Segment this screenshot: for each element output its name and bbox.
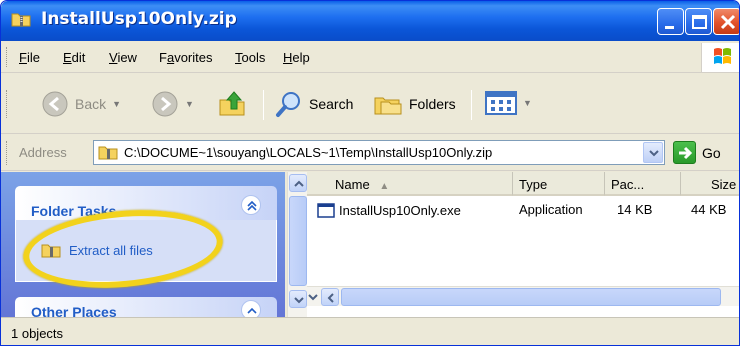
status-text: 1 objects (11, 326, 64, 341)
search-icon (276, 92, 300, 117)
windows-logo-icon (714, 48, 731, 64)
scroll-down-button[interactable] (289, 290, 307, 308)
sort-ascending-icon: ▲ (379, 181, 390, 192)
menu-tools[interactable]: Tools (235, 50, 265, 65)
file-packed-size: 14 KB (617, 202, 653, 217)
close-icon (720, 14, 736, 30)
maximize-button[interactable] (685, 8, 712, 35)
menu-help[interactable]: Help (283, 50, 310, 65)
scroll-thumb[interactable] (289, 196, 307, 286)
toolbar-separator (263, 90, 264, 120)
toolbar-grip[interactable] (6, 90, 9, 118)
close-button[interactable] (713, 8, 739, 35)
back-icon (42, 91, 68, 117)
chevron-up-icon (294, 180, 304, 187)
forward-button[interactable]: ▼ (151, 90, 194, 118)
views-icon (485, 91, 517, 115)
menu-file[interactable]: File (19, 50, 40, 65)
file-type: Application (519, 202, 583, 217)
go-label: Go (702, 144, 721, 161)
go-button[interactable]: Go (673, 141, 721, 164)
status-bar: 1 objects (1, 317, 739, 345)
chevron-down-icon (649, 150, 659, 157)
file-list-hscrollbar[interactable] (307, 286, 739, 306)
explorer-window: InstallUsp10Only.zip File Edit View Favo… (0, 0, 740, 346)
scroll-left-button[interactable] (321, 288, 339, 306)
column-header-type[interactable]: Type (513, 172, 605, 196)
window-title: InstallUsp10Only.zip (41, 9, 237, 29)
address-bar: Address C:\DOCUME~1\souyang\LOCALS~1\Tem… (1, 135, 739, 171)
folders-label: Folders (409, 96, 456, 112)
table-row[interactable]: InstallUsp10Only.exe (317, 202, 461, 218)
folders-button[interactable]: Folders (373, 90, 456, 118)
address-path[interactable]: C:\DOCUME~1\souyang\LOCALS~1\Temp\Instal… (124, 145, 492, 160)
address-field[interactable]: C:\DOCUME~1\souyang\LOCALS~1\Temp\Instal… (93, 140, 665, 165)
minimize-icon (665, 26, 674, 29)
back-label: Back (75, 96, 107, 112)
folder-tasks-collapse-button[interactable] (241, 195, 261, 215)
folder-zip-icon (98, 146, 118, 160)
address-label: Address (19, 145, 67, 160)
task-pane-scrollbar[interactable] (287, 172, 307, 317)
title-bar[interactable]: InstallUsp10Only.zip (1, 1, 739, 41)
toolbar-separator (471, 90, 472, 120)
back-button[interactable]: Back ▼ (41, 90, 121, 118)
up-folder-icon (219, 91, 245, 116)
address-grip[interactable] (6, 141, 9, 165)
menu-grip[interactable] (6, 47, 9, 67)
minimize-button[interactable] (657, 8, 684, 35)
go-arrow-icon (673, 141, 696, 164)
collapse-icon (247, 200, 257, 211)
back-dropdown-icon[interactable]: ▼ (112, 99, 121, 109)
chevron-down-icon (294, 297, 304, 304)
views-button[interactable]: ▼ (485, 90, 532, 116)
maximize-icon (692, 15, 707, 29)
address-dropdown[interactable] (643, 142, 663, 163)
folder-zip-icon (11, 13, 31, 27)
file-name[interactable]: InstallUsp10Only.exe (339, 203, 461, 218)
views-dropdown-icon[interactable]: ▼ (523, 98, 532, 108)
menu-favorites[interactable]: Favorites (159, 50, 212, 65)
search-label: Search (309, 96, 354, 112)
chevron-left-icon (327, 293, 334, 303)
exe-file-icon (317, 203, 335, 218)
hscroll-thumb[interactable] (341, 288, 721, 306)
menu-bar: File Edit View Favorites Tools Help (1, 41, 739, 73)
file-size: 44 KB (691, 202, 727, 217)
column-header-packed[interactable]: Pac... (605, 172, 681, 196)
toolbar: Back ▼ ▼ Search Folders ▼ (1, 74, 739, 134)
chevron-down-icon (308, 294, 318, 301)
scroll-up-button[interactable] (289, 174, 307, 192)
folders-icon (374, 97, 402, 115)
windows-logo (701, 43, 739, 72)
up-button[interactable] (217, 88, 247, 118)
menu-view[interactable]: View (109, 50, 137, 65)
scroll-down-button[interactable] (307, 288, 319, 306)
menu-edit[interactable]: Edit (63, 50, 85, 65)
forward-icon (152, 91, 178, 117)
column-header-size[interactable]: Size (681, 172, 739, 196)
search-button[interactable]: Search (275, 90, 353, 118)
forward-dropdown-icon[interactable]: ▼ (185, 99, 194, 109)
column-header-name[interactable]: Name ▲ (307, 172, 513, 196)
